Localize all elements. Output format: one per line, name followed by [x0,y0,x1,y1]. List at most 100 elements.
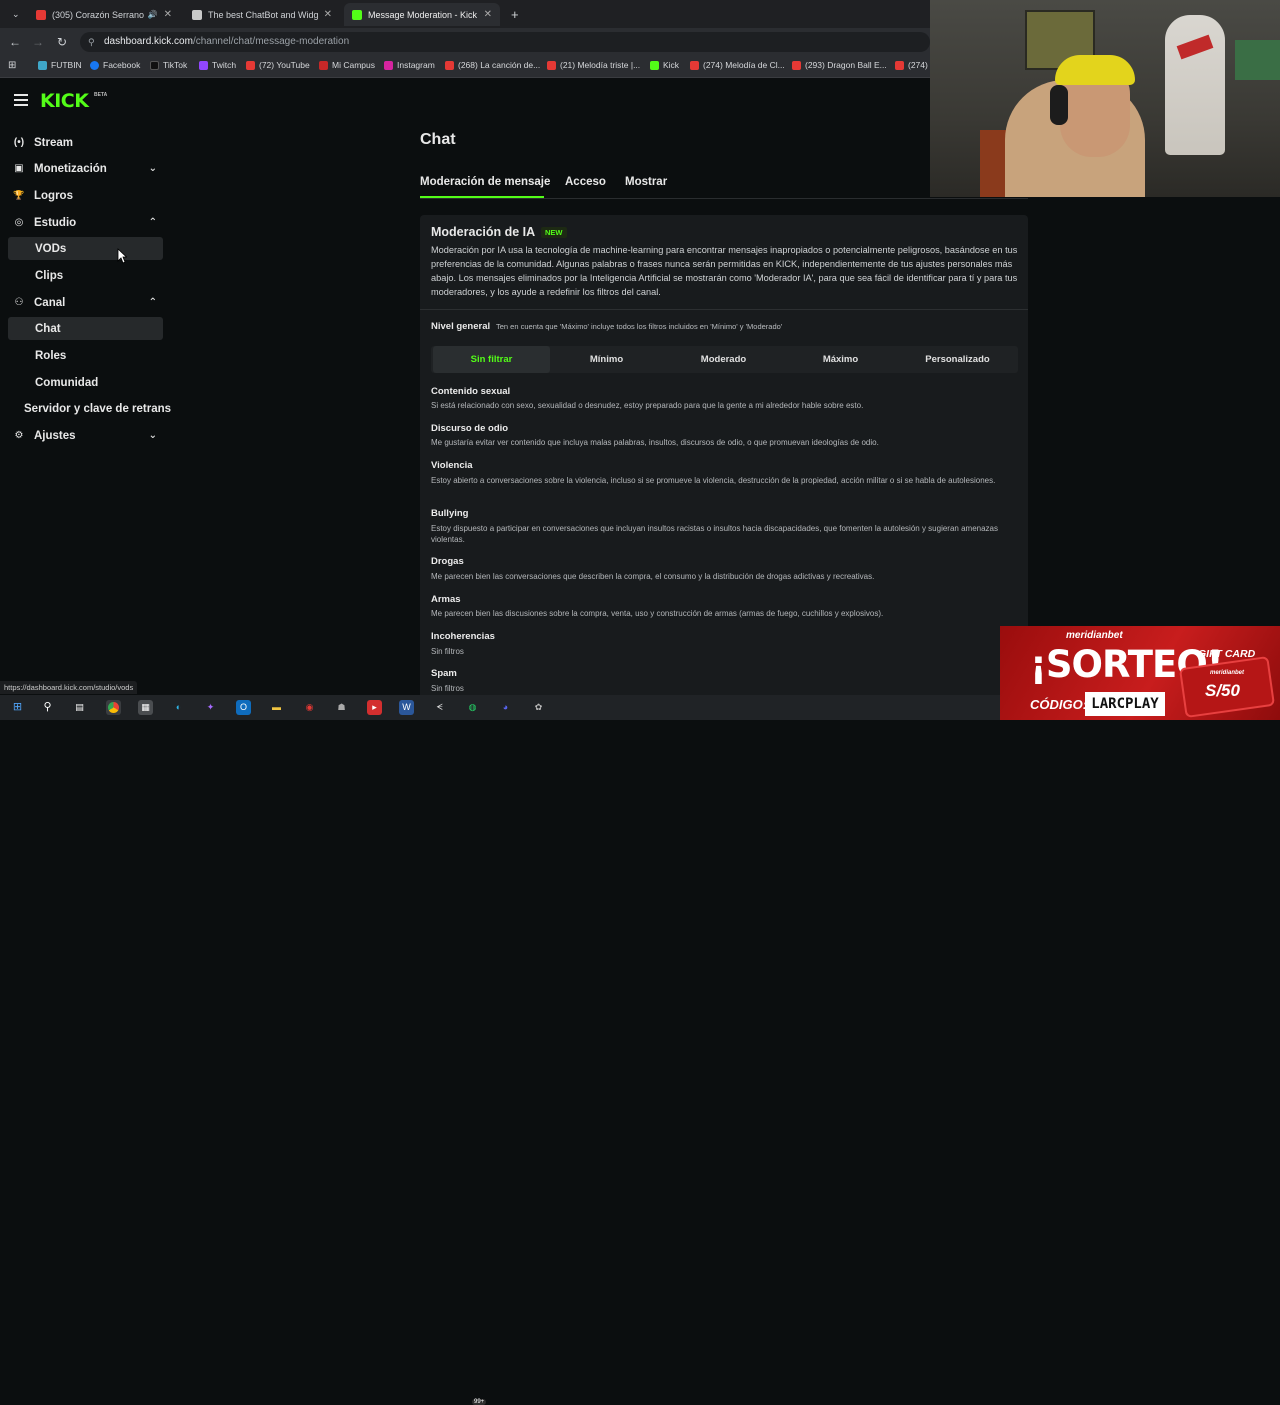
bookmark-tiktok[interactable]: TikTok [150,60,187,70]
bookmark-youtube-4[interactable]: (274) Melodía de Cl... [690,60,785,70]
category-title: Bullying [431,508,469,519]
close-icon[interactable]: ✕ [158,9,172,20]
store-icon[interactable]: ▦ [138,700,153,715]
game-icon[interactable]: ☗ [334,700,349,715]
kick-icon [650,60,659,70]
copilot-icon[interactable]: ✦ [203,700,218,715]
gift-card-brand: meridianbet [1210,670,1245,676]
tab-mostrar[interactable]: Mostrar [625,176,667,188]
bookmark-youtube[interactable]: (72) YouTube [246,60,310,70]
speaker-icon: 🔊 [147,10,158,19]
reload-button[interactable]: ↻ [53,33,71,51]
banner-brand: meridianbet [1066,630,1123,641]
chevron-up-icon: ⌃ [148,217,157,228]
tab-divider [420,198,1028,199]
ai-moderation-description: Moderación por IA usa la tecnología de m… [431,245,1018,297]
bookmark-youtube-6[interactable]: (274) [895,60,928,70]
sidebar-item-canal[interactable]: ⚇ Canal ⌃ [8,291,163,314]
chevron-up-icon: ⌃ [148,297,157,308]
category-title: Incoherencias [431,631,495,642]
youtube-icon [895,60,904,70]
sidebar-item-servidor[interactable]: Servidor y clave de retrans [8,397,178,420]
level-option-maximo[interactable]: Máximo [782,346,899,373]
sidebar-item-ajustes[interactable]: ⚙ Ajustes ⌄ [8,424,163,447]
chevron-down-icon: ⌄ [148,430,157,441]
new-badge: NEW [541,227,567,238]
apps-icon[interactable]: ⊞ [8,60,16,71]
webcam-monitor [1235,40,1280,80]
category-description: Si está relacionado con sexo, sexualidad… [431,401,864,410]
sidebar-item-stream[interactable]: (•) Stream [8,131,163,154]
obs-icon[interactable]: ◉ [302,700,317,715]
tab-list-button[interactable]: ⌄ [4,3,24,26]
section-divider [420,309,1028,310]
bookmark-mi-campus[interactable]: Mi Campus [319,60,375,70]
level-option-minimo[interactable]: Mínimo [548,346,665,373]
tab-acceso[interactable]: Acceso [565,176,606,188]
youtube-icon [36,9,46,20]
bookmark-youtube-3[interactable]: (21) Melodía triste |... [547,60,640,70]
discord-icon[interactable]: ◕ [498,700,513,715]
sidebar-item-monetizacion[interactable]: ▣ Monetización ⌄ [8,157,163,180]
outlook-icon[interactable]: O [236,700,251,715]
category-description: Estoy dispuesto a participar en conversa… [431,524,998,544]
sidebar-item-clips[interactable]: Clips [8,264,163,287]
kick-logo[interactable]: KICK [40,90,89,112]
level-option-sin-filtrar[interactable]: Sin filtrar [433,346,550,373]
category-description: Me parecen bien las conversaciones que d… [431,572,875,581]
bookmark-twitch[interactable]: Twitch [199,60,236,70]
capcut-icon[interactable]: ᗕ [432,700,447,715]
browser-tab-youtube[interactable]: (305) Corazón Serrano Ft. D 🔊 ✕ [28,3,180,26]
sidebar-item-roles[interactable]: Roles [8,344,163,367]
level-option-moderado[interactable]: Moderado [665,346,782,373]
sidebar-item-vods[interactable]: VODs [8,237,163,260]
bookmark-kick[interactable]: Kick [650,60,679,70]
new-tab-button[interactable]: + [503,3,521,26]
chrome-icon[interactable] [106,700,121,715]
sidebar-item-chat[interactable]: Chat [8,317,163,340]
category-description: Sin filtros [431,647,464,656]
youtube-icon [690,60,699,70]
word-icon[interactable]: W [399,700,414,715]
browser-tab-chatbot[interactable]: The best ChatBot and Widgets ✕ [184,3,340,26]
category-title: Drogas [431,556,464,567]
sidebar-item-comunidad[interactable]: Comunidad [8,371,163,394]
app-icon-2[interactable]: ✿ [531,700,546,715]
back-button[interactable]: ← [6,33,24,51]
campus-icon [319,60,328,70]
twitch-icon [199,60,208,70]
file-explorer-icon[interactable]: ▬ [269,700,284,715]
instagram-icon [384,60,393,70]
chevron-down-icon: ⌄ [148,163,157,174]
tab-moderacion-mensaje[interactable]: Moderación de mensaje [420,176,550,188]
browser-tab-kick[interactable]: Message Moderation - Kick Da ✕ [344,3,500,26]
youtube-icon [445,60,454,70]
forward-button[interactable]: → [29,33,47,51]
bookmark-futbin[interactable]: FUTBIN [38,60,82,70]
bookmark-youtube-2[interactable]: (268) La canción de... [445,60,540,70]
beta-badge: BETA [94,92,108,98]
menu-icon[interactable] [14,94,28,106]
windows-start-icon[interactable]: ⊞ [10,700,25,715]
bookmark-youtube-5[interactable]: (293) Dragon Ball E... [792,60,887,70]
url-bar[interactable]: ⚲ dashboard.kick.com/channel/chat/messag… [80,32,930,52]
search-icon[interactable]: ⚲ [40,700,55,715]
category-description: Estoy abierto a conversaciones sobre la … [431,476,996,485]
app-icon[interactable]: ▸ [367,700,382,715]
trophy-icon: 🏆 [13,190,25,200]
category-description: Me parecen bien las discusiones sobre la… [431,609,884,618]
webcam-cap [1055,55,1135,85]
gift-card-amount: S/50 [1205,681,1240,700]
sidebar-item-estudio[interactable]: ◎ Estudio ⌃ [8,211,163,234]
whatsapp-icon[interactable]: ◍ [465,700,480,715]
category-title: Armas [431,594,461,605]
close-icon[interactable]: ✕ [478,9,492,20]
level-option-personalizado[interactable]: Personalizado [899,346,1016,373]
task-view-icon[interactable]: ▤ [72,700,87,715]
bookmark-instagram[interactable]: Instagram [384,60,435,70]
bookmark-facebook[interactable]: Facebook [90,60,140,70]
filter-level-selector: Sin filtrar Mínimo Moderado Máximo Perso… [431,346,1018,373]
sidebar-item-logros[interactable]: 🏆 Logros [8,184,163,207]
edge-icon[interactable]: ◐ [171,700,186,715]
close-icon[interactable]: ✕ [318,9,332,20]
